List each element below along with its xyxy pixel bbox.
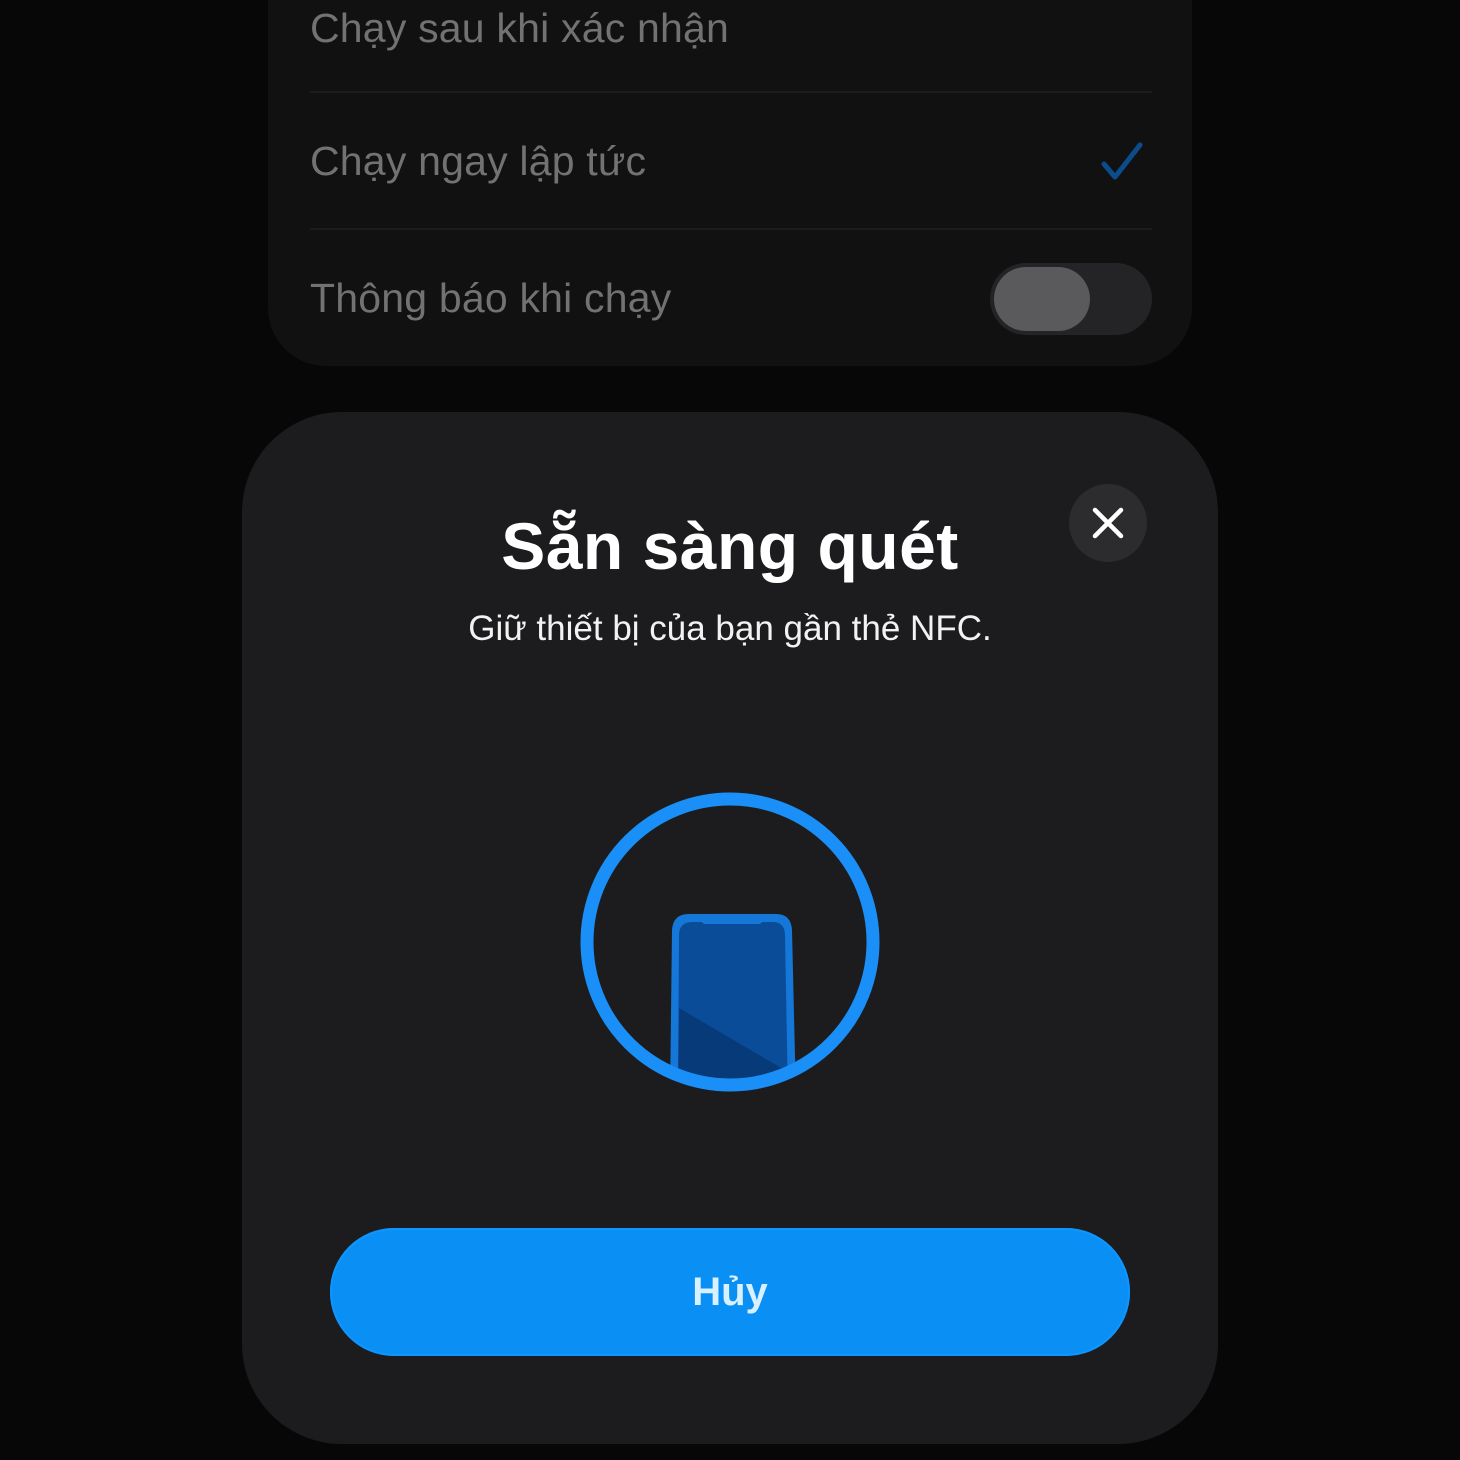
settings-row-label: Chạy sau khi xác nhận: [310, 5, 730, 51]
close-button[interactable]: [1069, 484, 1147, 562]
settings-card: Chạy sau khi xác nhận Chạy ngay lập tức …: [268, 0, 1192, 366]
settings-row-label: Chạy ngay lập tức: [310, 138, 647, 184]
cancel-button-label: Hủy: [692, 1269, 768, 1314]
screen: Chạy sau khi xác nhận Chạy ngay lập tức …: [0, 0, 1460, 1460]
checkmark-icon: [1101, 142, 1143, 179]
sheet-subtitle: Giữ thiết bị của bạn gần thẻ NFC.: [468, 609, 992, 648]
close-icon: [1092, 507, 1124, 539]
toggle-knob: [994, 266, 1090, 331]
settings-row-run-after-confirm[interactable]: Chạy sau khi xác nhận: [310, 0, 1152, 92]
notify-toggle[interactable]: [990, 262, 1152, 335]
settings-row-label: Thông báo khi chạy: [310, 275, 672, 321]
nfc-scan-sheet: Sẵn sàng quét Giữ thiết bị của bạn gần t…: [242, 412, 1218, 1444]
cancel-button[interactable]: Hủy: [330, 1228, 1130, 1356]
settings-row-notify-when-run: Thông báo khi chạy: [310, 230, 1152, 367]
settings-row-run-immediately[interactable]: Chạy ngay lập tức: [310, 93, 1152, 230]
phone-in-circle-icon: [580, 792, 880, 1092]
